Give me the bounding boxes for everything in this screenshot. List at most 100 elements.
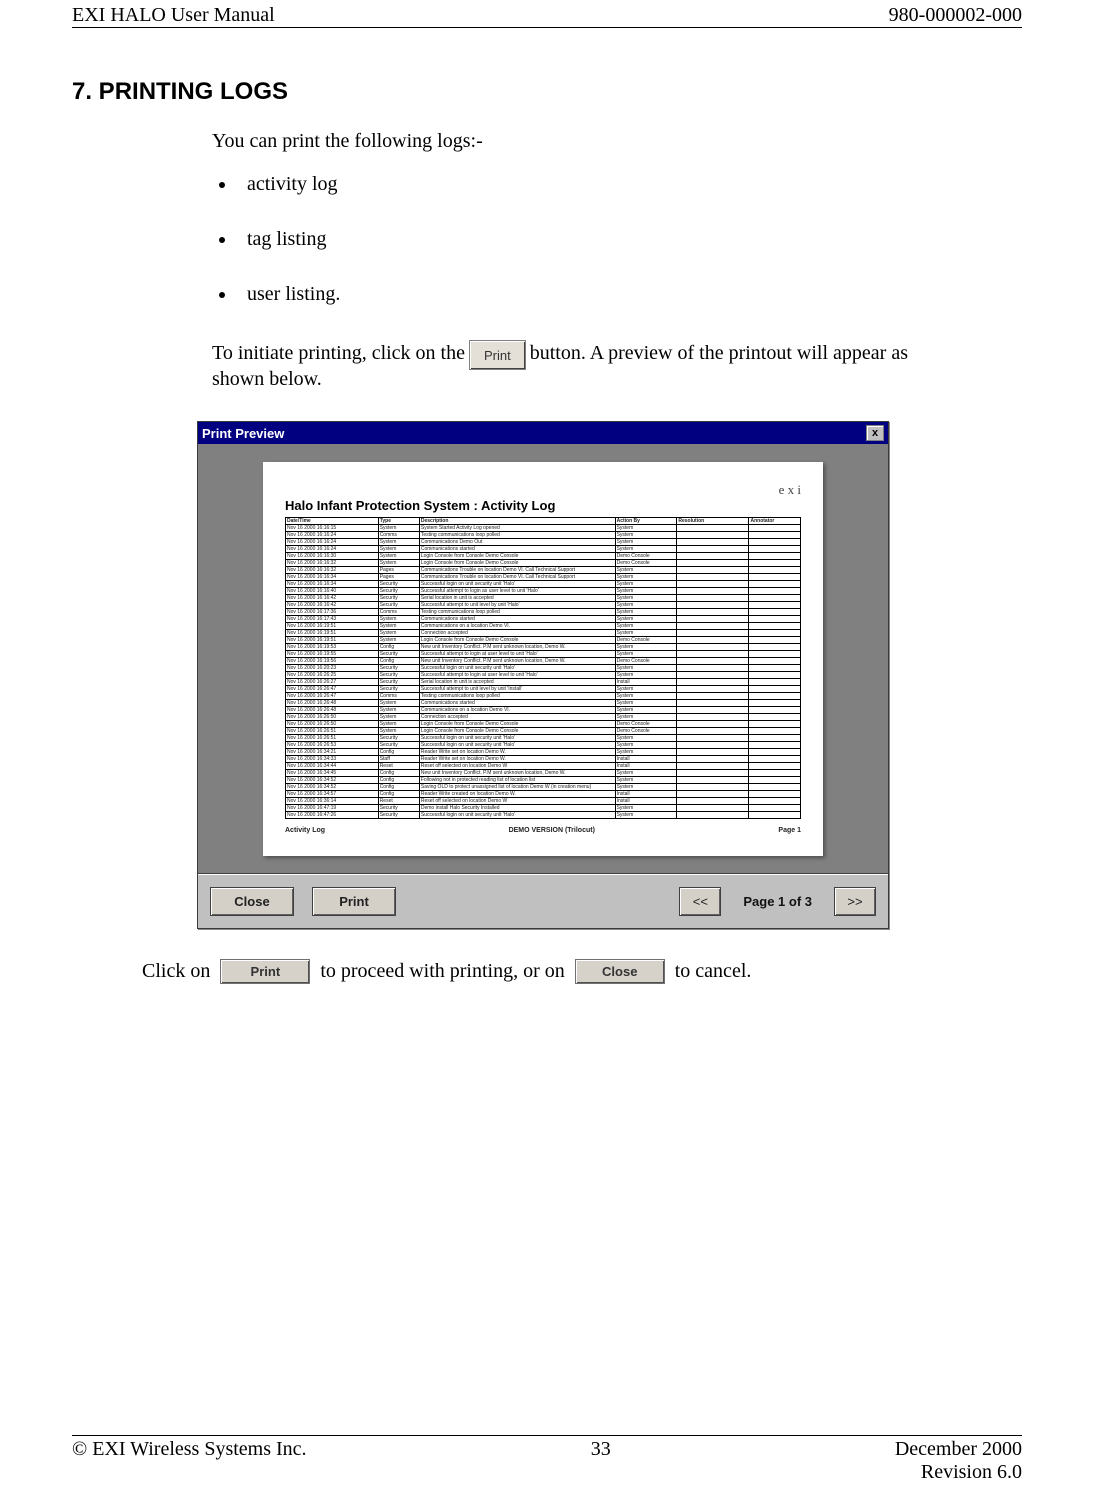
table-cell: System — [615, 581, 677, 588]
table-cell: System — [615, 749, 677, 756]
print-button-inline-2[interactable]: Print — [220, 959, 310, 984]
footer-page-number: 33 — [591, 1438, 611, 1461]
table-cell: Successful attempt to unit level by unit… — [419, 686, 615, 693]
table-cell: System — [615, 735, 677, 742]
table-cell — [749, 714, 801, 721]
table-cell — [749, 630, 801, 637]
table-cell: System — [615, 546, 677, 553]
table-cell — [677, 805, 749, 812]
table-cell: Security — [378, 651, 419, 658]
print-button-inline[interactable]: Print — [469, 340, 526, 370]
table-cell: System — [615, 602, 677, 609]
print-preview-window: Print Preview x e x i Halo Infant Protec… — [197, 421, 889, 929]
table-row: Nov 16 2000 16:34:57ConfigReader Write c… — [286, 791, 801, 798]
footer-company: © EXI Wireless Systems Inc. — [72, 1438, 307, 1461]
table-cell: Nov 16 2000 16:16:24 — [286, 539, 379, 546]
table-header-row: Date/Time Type Description Action By Res… — [286, 518, 801, 525]
table-cell: Successful login on unit security unit '… — [419, 735, 615, 742]
table-cell: Nov 16 2000 16:26:51 — [286, 728, 379, 735]
table-cell: Install — [615, 791, 677, 798]
table-row: Nov 16 2000 16:26:51SecuritySuccessful l… — [286, 735, 801, 742]
table-cell: Serial location in unit is accepted — [419, 679, 615, 686]
table-cell: Nov 16 2000 16:26:25 — [286, 672, 379, 679]
table-cell: System — [378, 637, 419, 644]
table-cell: Testing communications loop polled — [419, 609, 615, 616]
table-cell: Nov 16 2000 16:26:50 — [286, 714, 379, 721]
table-cell — [749, 812, 801, 819]
table-cell — [749, 770, 801, 777]
section-heading: 7. PRINTING LOGS — [72, 78, 1022, 106]
table-cell — [749, 805, 801, 812]
table-row: Nov 16 2000 16:19:56ConfigNew unit Inven… — [286, 658, 801, 665]
table-cell: Testing communications loop polled — [419, 693, 615, 700]
close-button-inline[interactable]: Close — [575, 959, 665, 984]
table-cell — [677, 791, 749, 798]
text-fragment: to cancel. — [675, 960, 752, 983]
text-fragment: Click on — [142, 960, 210, 983]
table-cell — [677, 672, 749, 679]
table-cell: Connection accepted — [419, 630, 615, 637]
table-cell — [677, 777, 749, 784]
table-cell — [749, 798, 801, 805]
table-cell: Login Console from Console Demo Console — [419, 637, 615, 644]
table-cell — [677, 532, 749, 539]
table-cell: System — [615, 574, 677, 581]
table-row: Nov 16 2000 16:16:24CommsTesting communi… — [286, 532, 801, 539]
table-cell — [749, 602, 801, 609]
prev-page-button[interactable]: << — [679, 887, 721, 916]
table-cell: System — [615, 623, 677, 630]
table-cell: Demo Console — [615, 553, 677, 560]
table-cell: Saving OLD to protect unassigned list of… — [419, 784, 615, 791]
table-cell — [677, 784, 749, 791]
table-cell: Communications on a location Demo VI. — [419, 707, 615, 714]
table-cell — [749, 679, 801, 686]
preview-viewport: e x i Halo Infant Protection System : Ac… — [198, 444, 888, 874]
table-cell: System — [378, 525, 419, 532]
table-cell — [749, 658, 801, 665]
next-page-button[interactable]: >> — [834, 887, 876, 916]
col-header: Description — [419, 518, 615, 525]
table-cell — [677, 560, 749, 567]
table-cell: Nov 16 2000 16:26:47 — [286, 686, 379, 693]
text-fragment: to proceed with printing, or on — [320, 960, 564, 983]
table-cell: Nov 16 2000 16:16:30 — [286, 553, 379, 560]
table-cell — [749, 686, 801, 693]
activity-log-table: Date/Time Type Description Action By Res… — [285, 517, 801, 819]
close-button[interactable]: Close — [210, 887, 294, 916]
table-cell: System — [378, 539, 419, 546]
table-cell — [677, 770, 749, 777]
table-cell: System — [378, 728, 419, 735]
report-page: e x i Halo Infant Protection System : Ac… — [263, 462, 823, 856]
table-cell — [749, 791, 801, 798]
table-cell: Nov 16 2000 16:34:52 — [286, 777, 379, 784]
table-cell: Reset off selected on location Demo W — [419, 763, 615, 770]
exi-logo: e x i — [779, 482, 801, 498]
footer-date: December 2000 — [895, 1438, 1022, 1461]
table-cell: Communications Demo Out — [419, 539, 615, 546]
table-row: Nov 16 2000 16:34:44ResetReset off selec… — [286, 763, 801, 770]
table-cell — [749, 651, 801, 658]
table-cell: Demo Console — [615, 637, 677, 644]
table-cell: Security — [378, 672, 419, 679]
close-icon[interactable]: x — [866, 425, 884, 441]
table-cell: Nov 16 2000 16:34:52 — [286, 784, 379, 791]
page-indicator: Page 1 of 3 — [739, 888, 816, 915]
header-left: EXI HALO User Manual — [72, 4, 275, 27]
table-cell — [749, 672, 801, 679]
table-cell: Nov 16 2000 16:16:32 — [286, 560, 379, 567]
table-cell: Nov 16 2000 16:19:51 — [286, 637, 379, 644]
table-cell: System — [615, 805, 677, 812]
table-cell — [749, 623, 801, 630]
table-cell — [677, 693, 749, 700]
table-row: Nov 16 2000 16:17:43SystemCommunications… — [286, 616, 801, 623]
table-cell: Communications started — [419, 546, 615, 553]
table-cell: Pages — [378, 567, 419, 574]
table-cell: New unit Inventory Conflict. P.M sent un… — [419, 770, 615, 777]
table-cell: Nov 16 2000 16:26:53 — [286, 742, 379, 749]
table-cell: Config — [378, 658, 419, 665]
table-cell: Comms — [378, 609, 419, 616]
table-cell — [749, 665, 801, 672]
table-cell: System — [615, 714, 677, 721]
initiate-print-paragraph: To initiate printing, click on the Print… — [212, 338, 1022, 391]
print-button[interactable]: Print — [312, 887, 396, 916]
